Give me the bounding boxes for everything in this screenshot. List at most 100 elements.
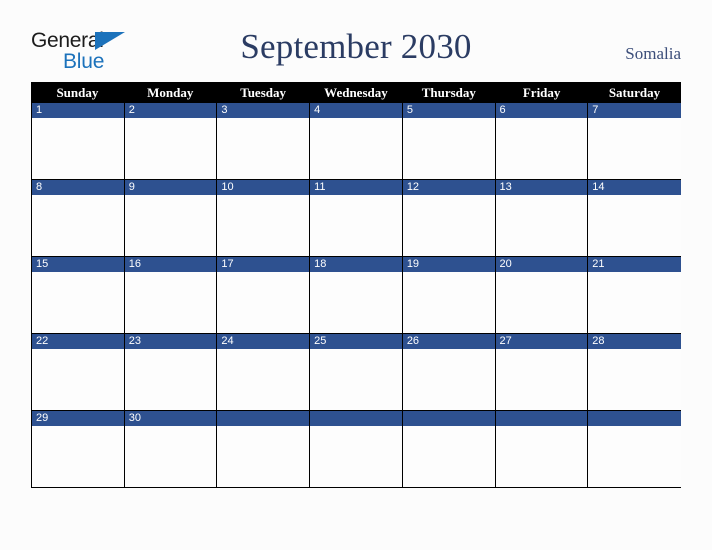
day-cell[interactable]: 28 [588, 334, 681, 410]
day-number: 1 [36, 104, 43, 116]
day-event-area[interactable] [588, 118, 681, 179]
region-label: Somalia [625, 44, 681, 63]
day-number-band [402, 411, 495, 426]
day-number-band [588, 103, 681, 118]
weekday-header-wednesday: Wednesday [324, 85, 388, 100]
day-number: 23 [128, 335, 141, 347]
day-event-area[interactable] [32, 272, 124, 333]
day-event-area[interactable] [32, 118, 124, 179]
day-event-area[interactable] [217, 349, 310, 410]
day-event-area[interactable] [124, 426, 217, 487]
day-cell-empty [217, 411, 311, 487]
day-cell[interactable]: 20 [495, 257, 589, 333]
day-cell[interactable]: 11 [310, 180, 403, 256]
calendar-week-row: 22 23 24 25 26 27 28 [31, 334, 681, 411]
day-number: 17 [221, 258, 234, 270]
day-cell[interactable]: 13 [495, 180, 589, 256]
day-cell-empty [495, 411, 589, 487]
calendar-grid: Sunday Monday Tuesday Wednesday Thursday… [31, 82, 681, 488]
day-event-area[interactable] [124, 272, 217, 333]
day-number: 20 [499, 258, 512, 270]
day-number: 18 [314, 258, 327, 270]
day-number: 27 [499, 335, 512, 347]
day-cell[interactable]: 6 [495, 103, 589, 179]
day-number: 6 [499, 104, 506, 116]
day-event-area[interactable] [588, 349, 681, 410]
day-number-band [32, 103, 124, 118]
day-cell[interactable]: 22 [32, 334, 125, 410]
day-cell[interactable]: 10 [217, 180, 311, 256]
day-event-area[interactable] [124, 349, 217, 410]
day-cell[interactable]: 24 [217, 334, 311, 410]
day-number: 28 [592, 335, 605, 347]
calendar-week-row: 15 16 17 18 19 20 21 [31, 257, 681, 334]
day-event-area[interactable] [217, 195, 310, 256]
day-cell[interactable]: 15 [32, 257, 125, 333]
day-event-area[interactable] [124, 118, 217, 179]
day-cell[interactable]: 29 [32, 411, 125, 487]
day-event-area[interactable] [402, 272, 495, 333]
day-cell[interactable]: 25 [310, 334, 403, 410]
day-cell-empty [310, 411, 403, 487]
day-event-area[interactable] [495, 195, 588, 256]
day-cell[interactable]: 3 [217, 103, 311, 179]
day-event-area[interactable] [588, 195, 681, 256]
day-event-area[interactable] [310, 272, 402, 333]
day-cell[interactable]: 9 [124, 180, 218, 256]
weekday-header-friday: Friday [522, 85, 561, 100]
day-number: 5 [406, 104, 413, 116]
weekday-header-thursday: Thursday [421, 85, 476, 100]
day-cell[interactable]: 19 [402, 257, 496, 333]
day-event-area[interactable] [588, 272, 681, 333]
day-event-area[interactable] [310, 195, 402, 256]
day-event-area [402, 426, 495, 487]
day-number-band [495, 411, 588, 426]
day-event-area[interactable] [310, 349, 402, 410]
day-number: 16 [128, 258, 141, 270]
day-event-area[interactable] [402, 349, 495, 410]
day-cell[interactable]: 30 [124, 411, 218, 487]
day-cell[interactable]: 7 [588, 103, 681, 179]
day-event-area[interactable] [32, 195, 124, 256]
day-event-area[interactable] [495, 118, 588, 179]
day-number: 30 [128, 412, 141, 424]
day-cell[interactable]: 8 [32, 180, 125, 256]
day-event-area [310, 426, 402, 487]
day-event-area[interactable] [124, 195, 217, 256]
day-event-area[interactable] [495, 272, 588, 333]
day-number: 13 [499, 181, 512, 193]
day-cell[interactable]: 14 [588, 180, 681, 256]
day-number: 8 [36, 181, 43, 193]
day-cell[interactable]: 1 [32, 103, 125, 179]
day-event-area[interactable] [310, 118, 402, 179]
day-cell[interactable]: 23 [124, 334, 218, 410]
day-cell[interactable]: 5 [402, 103, 496, 179]
day-event-area[interactable] [402, 118, 495, 179]
day-event-area [495, 426, 588, 487]
day-number: 21 [592, 258, 605, 270]
day-event-area[interactable] [217, 272, 310, 333]
day-cell[interactable]: 21 [588, 257, 681, 333]
day-number: 11 [314, 181, 326, 193]
day-event-area [588, 426, 681, 487]
day-number: 22 [36, 335, 49, 347]
day-event-area[interactable] [32, 426, 124, 487]
day-number-band [310, 411, 402, 426]
day-event-area[interactable] [402, 195, 495, 256]
weekday-header-tuesday: Tuesday [240, 85, 286, 100]
day-cell[interactable]: 18 [310, 257, 403, 333]
calendar-page: General Blue September 2030 Somalia Sund… [0, 0, 712, 550]
day-event-area[interactable] [217, 118, 310, 179]
day-event-area[interactable] [495, 349, 588, 410]
day-cell[interactable]: 12 [402, 180, 496, 256]
day-cell[interactable]: 2 [124, 103, 218, 179]
day-cell[interactable]: 4 [310, 103, 403, 179]
day-event-area[interactable] [32, 349, 124, 410]
day-number: 2 [128, 104, 135, 116]
day-cell[interactable]: 17 [217, 257, 311, 333]
day-cell[interactable]: 27 [495, 334, 589, 410]
day-number-band [217, 103, 310, 118]
day-cell[interactable]: 16 [124, 257, 218, 333]
day-cell[interactable]: 26 [402, 334, 496, 410]
calendar-week-row: 29 30 [31, 411, 681, 488]
